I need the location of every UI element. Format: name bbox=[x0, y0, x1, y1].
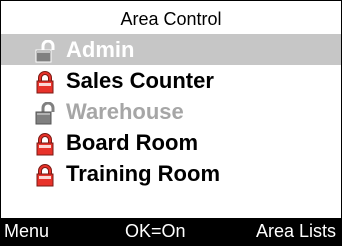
area-row-board-room[interactable]: Board Room bbox=[1, 127, 341, 158]
area-control-screen: Area Control Admin Sales Counter Warehou… bbox=[0, 0, 342, 246]
area-row-warehouse[interactable]: Warehouse bbox=[1, 96, 341, 127]
area-label: Training Room bbox=[66, 161, 220, 186]
softkey-bar: Menu OK=On Area Lists bbox=[1, 218, 341, 245]
area-row-training-room[interactable]: Training Room bbox=[1, 158, 341, 189]
screen-title: Area Control bbox=[120, 9, 222, 29]
locked-lock-icon bbox=[35, 133, 57, 156]
unlocked-lock-icon bbox=[35, 102, 57, 125]
area-row-admin[interactable]: Admin bbox=[1, 34, 341, 65]
ok-on-softkey[interactable]: OK=On bbox=[125, 218, 186, 245]
area-row-sales-counter[interactable]: Sales Counter bbox=[1, 65, 341, 96]
area-lists-softkey[interactable]: Area Lists bbox=[256, 218, 336, 245]
area-label: Sales Counter bbox=[66, 68, 214, 93]
menu-softkey[interactable]: Menu bbox=[4, 218, 49, 245]
area-label: Admin bbox=[66, 37, 135, 62]
area-label: Warehouse bbox=[66, 99, 184, 124]
unlocked-lock-icon bbox=[35, 40, 57, 63]
area-list: Admin Sales Counter Warehouse Board Room… bbox=[1, 34, 341, 189]
locked-lock-icon bbox=[35, 164, 57, 187]
locked-lock-icon bbox=[35, 71, 57, 94]
area-label: Board Room bbox=[66, 130, 198, 155]
